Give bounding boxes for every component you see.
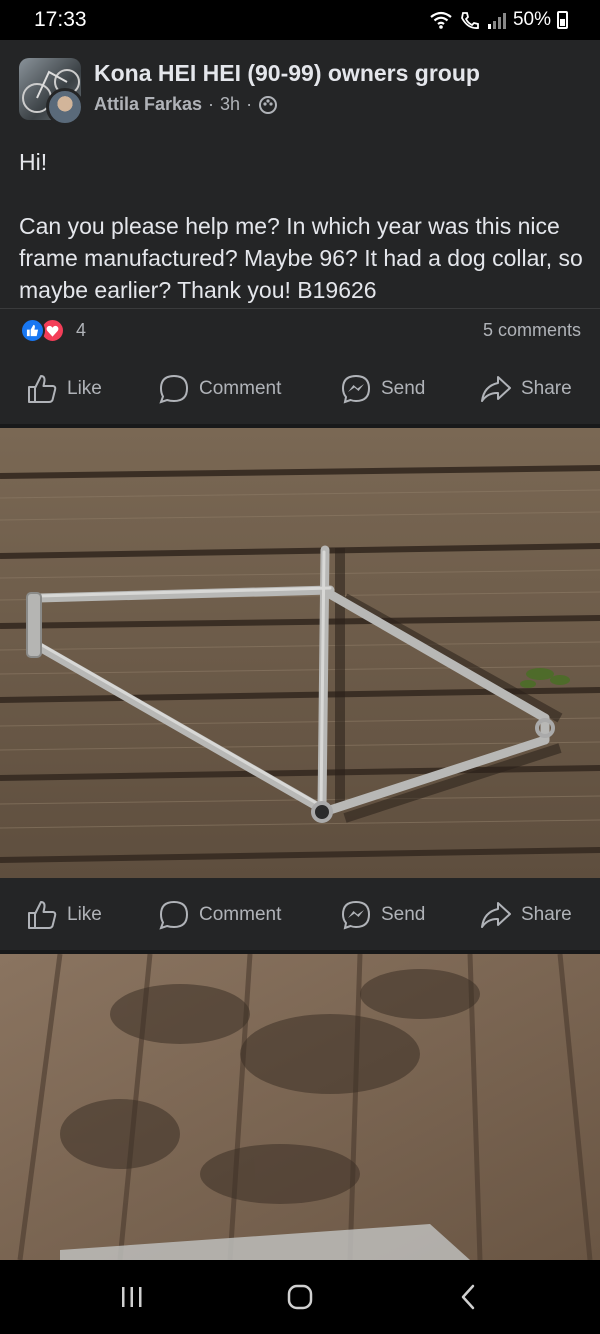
home-icon bbox=[287, 1284, 313, 1310]
back-button[interactable] bbox=[418, 1260, 518, 1334]
photo-send-button[interactable]: Send bbox=[340, 878, 425, 952]
signal-icon bbox=[487, 13, 506, 29]
battery-icon bbox=[557, 11, 568, 29]
reactions-summary[interactable]: 4 5 comments bbox=[0, 308, 600, 352]
reaction-count[interactable]: 4 bbox=[76, 320, 86, 341]
user-avatar[interactable] bbox=[46, 88, 84, 126]
comment-icon bbox=[159, 900, 189, 930]
post-time[interactable]: 3h bbox=[220, 94, 240, 115]
post-header: Kona HEI HEI (90-99) owners group Attila… bbox=[0, 40, 600, 308]
system-nav-bar bbox=[0, 1260, 600, 1334]
post-photo-blurred[interactable] bbox=[0, 954, 600, 1260]
group-members-icon bbox=[259, 95, 278, 114]
home-button[interactable] bbox=[250, 1260, 350, 1334]
meta-separator: · bbox=[208, 94, 215, 114]
send-button[interactable]: Send bbox=[340, 352, 425, 426]
share-label: Share bbox=[521, 904, 572, 925]
status-time: 17:33 bbox=[34, 8, 87, 31]
comment-label: Comment bbox=[199, 378, 282, 399]
comment-icon bbox=[159, 374, 189, 404]
share-label: Share bbox=[521, 378, 572, 399]
like-button[interactable]: Like bbox=[26, 352, 102, 426]
volte-call-icon bbox=[461, 12, 479, 29]
like-label: Like bbox=[67, 904, 102, 925]
share-icon bbox=[481, 376, 511, 402]
share-button[interactable]: Share bbox=[480, 352, 572, 426]
thumbs-up-icon bbox=[28, 901, 57, 929]
status-bar: 17:33 50% bbox=[0, 0, 600, 40]
share-icon bbox=[481, 902, 511, 928]
photo-like-button[interactable]: Like bbox=[26, 878, 102, 952]
messenger-icon bbox=[341, 900, 371, 930]
author-name[interactable]: Attila Farkas bbox=[94, 94, 202, 115]
send-label: Send bbox=[381, 904, 426, 925]
action-bar-photo: Like Comment Send Share bbox=[0, 878, 600, 952]
photo-share-button[interactable]: Share bbox=[480, 878, 572, 952]
back-icon bbox=[461, 1284, 475, 1310]
messenger-icon bbox=[341, 374, 371, 404]
thumbs-up-icon bbox=[20, 318, 45, 343]
meta-separator: · bbox=[246, 94, 253, 114]
reaction-icons[interactable] bbox=[20, 318, 65, 343]
action-bar-post: Like Comment Send Share bbox=[0, 352, 600, 426]
thumbs-up-icon bbox=[28, 375, 57, 403]
post-text: Hi! Can you please help me? In which yea… bbox=[19, 149, 583, 303]
status-icons: 50% bbox=[429, 9, 568, 31]
send-label: Send bbox=[381, 378, 426, 399]
post-meta: Attila Farkas · 3h · bbox=[94, 94, 278, 115]
recents-icon bbox=[122, 1287, 142, 1307]
wifi-icon bbox=[430, 11, 452, 29]
post-photo-frame[interactable] bbox=[0, 428, 600, 880]
comment-button[interactable]: Comment bbox=[158, 352, 281, 426]
comment-label: Comment bbox=[199, 904, 282, 925]
group-name[interactable]: Kona HEI HEI (90-99) owners group bbox=[94, 60, 480, 87]
battery-percent: 50% bbox=[512, 9, 551, 30]
recents-button[interactable] bbox=[82, 1260, 182, 1334]
comments-count[interactable]: 5 comments bbox=[483, 320, 581, 341]
like-label: Like bbox=[67, 378, 102, 399]
photo-comment-button[interactable]: Comment bbox=[158, 878, 281, 952]
